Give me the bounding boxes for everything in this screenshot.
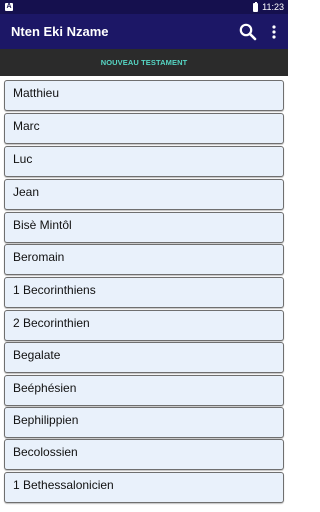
book-label: Becolossien [13,445,78,459]
book-label: Jean [13,185,40,199]
book-item[interactable]: Beéphésien [4,375,284,406]
overflow-menu-button[interactable] [266,22,282,42]
book-label: Begalate [13,348,61,362]
search-icon [239,23,257,41]
app-bar: Nten Eki Nzame [0,14,288,49]
book-item[interactable]: Beromain [4,244,284,275]
search-button[interactable] [238,22,258,42]
book-item[interactable]: Luc [4,146,284,177]
book-item[interactable]: Bephilippien [4,407,284,438]
book-item[interactable]: Matthieu [4,80,284,111]
status-time: 11:23 [262,2,284,12]
status-right: 11:23 [253,0,284,14]
book-item[interactable]: 2 Becorinthien [4,310,284,341]
tab-bar: NOUVEAU TESTAMENT [0,49,288,76]
book-label: Beéphésien [13,381,77,395]
book-label: Matthieu [13,86,60,100]
book-item[interactable]: Begalate [4,342,284,373]
app-title: Nten Eki Nzame [11,24,109,39]
book-label: Luc [13,152,33,166]
book-item[interactable]: Jean [4,179,284,210]
book-label: Marc [13,119,40,133]
book-item[interactable]: Bisè Mintôl [4,212,284,243]
book-item[interactable]: Becolossien [4,439,284,470]
book-label: 1 Becorinthiens [13,283,96,297]
book-item[interactable]: 1 Bethessalonicien [4,472,284,503]
book-label: 1 Bethessalonicien [13,478,114,492]
more-vert-icon [272,25,276,39]
book-label: Beromain [13,250,65,264]
book-label: Bisè Mintôl [13,218,72,232]
book-label: Bephilippien [13,413,79,427]
notification-icon: A [5,3,13,11]
tab-nouveau-testament[interactable]: NOUVEAU TESTAMENT [0,49,288,76]
book-item[interactable]: 1 Becorinthiens [4,277,284,308]
book-list[interactable]: Matthieu Marc Luc Jean Bisè Mintôl Berom… [0,76,288,512]
book-label: 2 Becorinthien [13,316,90,330]
battery-icon [253,1,259,12]
book-item[interactable]: Marc [4,113,284,144]
status-bar: A 11:23 [0,0,288,14]
